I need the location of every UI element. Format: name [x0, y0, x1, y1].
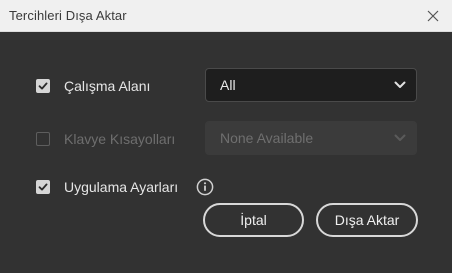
- workspace-label: Çalışma Alanı: [64, 78, 151, 94]
- cancel-button[interactable]: İptal: [203, 203, 304, 237]
- workspace-select-value: All: [220, 77, 236, 93]
- close-button[interactable]: [422, 5, 444, 27]
- chevron-down-icon: [394, 81, 406, 88]
- shortcuts-select-value: None Available: [220, 130, 314, 146]
- app-settings-checkbox[interactable]: [36, 180, 50, 194]
- app-settings-info-button[interactable]: [196, 178, 214, 196]
- workspace-checkbox[interactable]: [36, 79, 50, 93]
- app-settings-option-row: Uygulama Ayarları: [36, 179, 178, 195]
- shortcuts-select[interactable]: None Available: [205, 121, 417, 155]
- chevron-down-icon: [394, 134, 406, 141]
- shortcuts-checkbox[interactable]: [36, 132, 50, 146]
- checkmark-icon: [38, 82, 48, 90]
- shortcuts-option-row: Klavye Kısayolları: [36, 131, 175, 147]
- checkmark-icon: [38, 183, 48, 191]
- workspace-option-row: Çalışma Alanı: [36, 78, 150, 94]
- close-icon: [427, 10, 439, 22]
- info-icon: [196, 178, 214, 196]
- window-title: Tercihleri Dışa Aktar: [9, 8, 127, 23]
- export-button[interactable]: Dışa Aktar: [316, 203, 418, 237]
- dialog-content: Çalışma Alanı All Klavye Kısayolları Non…: [0, 32, 452, 273]
- title-bar: Tercihleri Dışa Aktar: [0, 0, 452, 32]
- app-settings-label: Uygulama Ayarları: [64, 179, 179, 195]
- shortcuts-label: Klavye Kısayolları: [64, 131, 176, 147]
- workspace-select[interactable]: All: [205, 68, 417, 102]
